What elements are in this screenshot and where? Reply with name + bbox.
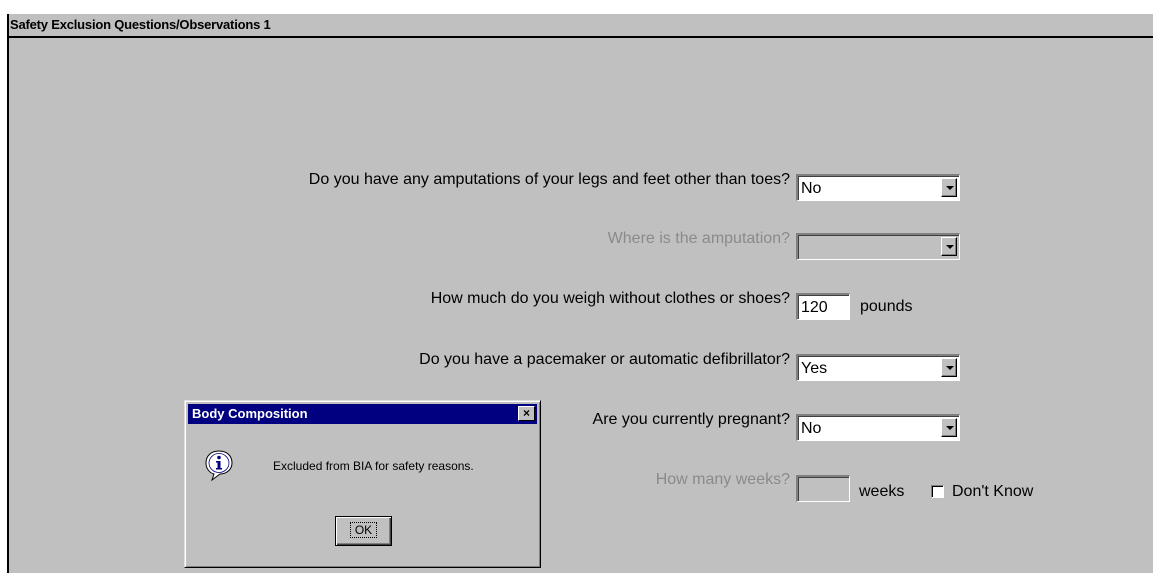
body-composition-dialog: Body Composition × Excluded from BIA for… — [184, 400, 541, 568]
chevron-down-icon[interactable] — [941, 358, 957, 377]
pacemaker-question-label: Do you have a pacemaker or automatic def… — [419, 351, 790, 368]
dialog-message: Excluded from BIA for safety reasons. — [273, 459, 474, 473]
ok-button[interactable]: OK — [335, 516, 392, 546]
information-icon — [205, 450, 233, 481]
section-title: Safety Exclusion Questions/Observations … — [10, 17, 271, 32]
weeks-unit-label: weeks — [859, 483, 905, 500]
dont-know-checkbox[interactable] — [931, 485, 944, 498]
pregnant-select-value: No — [801, 420, 822, 437]
dialog-titlebar[interactable]: Body Composition × — [188, 404, 537, 424]
title-divider — [7, 36, 1153, 38]
dont-know-label[interactable]: Don't Know — [952, 483, 1033, 501]
weight-input-value: 120 — [801, 299, 828, 316]
amputation-location-select[interactable] — [796, 233, 960, 260]
weeks-question-label: How many weeks? — [655, 471, 790, 488]
chevron-down-icon[interactable] — [941, 237, 957, 256]
amputation-select[interactable]: No — [796, 174, 960, 201]
close-icon[interactable]: × — [518, 406, 535, 421]
ok-button-label: OK — [349, 522, 378, 538]
weight-unit-label: pounds — [860, 298, 913, 315]
dialog-title: Body Composition — [192, 406, 308, 421]
pregnant-select[interactable]: No — [796, 414, 960, 441]
pacemaker-select[interactable]: Yes — [796, 354, 960, 381]
chevron-down-icon[interactable] — [941, 178, 957, 197]
weeks-input[interactable] — [796, 475, 850, 502]
amputation-select-value: No — [801, 180, 822, 197]
chevron-down-icon[interactable] — [941, 418, 957, 437]
pacemaker-select-value: Yes — [801, 360, 828, 377]
weight-question-label: How much do you weigh without clothes or… — [430, 290, 790, 307]
amputation-question-label: Do you have any amputations of your legs… — [308, 171, 790, 188]
weight-input[interactable]: 120 — [796, 293, 850, 320]
amputation-location-label: Where is the amputation? — [607, 230, 790, 247]
pregnant-question-label: Are you currently pregnant? — [592, 411, 790, 428]
